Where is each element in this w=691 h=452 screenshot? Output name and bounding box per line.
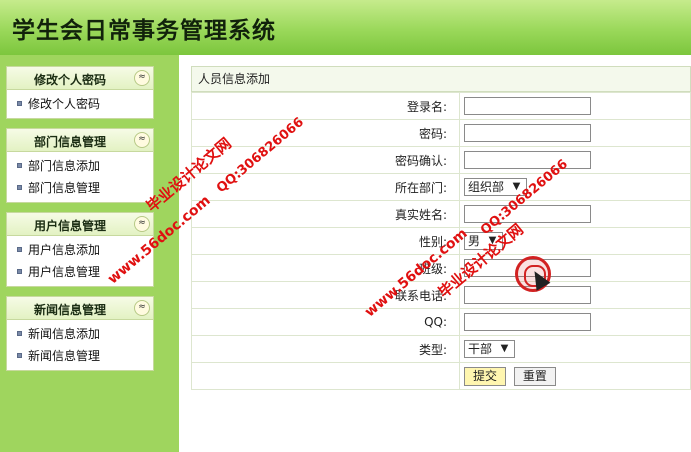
gender-select[interactable]: 男 ▼ (464, 232, 504, 250)
menu-item-user-add[interactable]: 用户信息添加 (7, 239, 153, 261)
form-row-gender: 性别: 男 ▼ (191, 227, 691, 255)
panel-body: 部门信息添加 部门信息管理 (6, 152, 154, 203)
collapse-icon[interactable]: ≈ (134, 132, 150, 148)
chevron-down-icon: ▼ (512, 181, 521, 192)
panel-header[interactable]: 修改个人密码 ≈ (6, 66, 154, 90)
panel-header[interactable]: 新闻信息管理 ≈ (6, 296, 154, 320)
form-row-login-name: 登录名: (191, 92, 691, 120)
page-title: 人员信息添加 (191, 66, 691, 92)
department-label: 所在部门: (191, 173, 460, 201)
form-row-department: 所在部门: 组织部 ▼ (191, 173, 691, 201)
bullet-icon (17, 163, 22, 168)
form-row-type: 类型: 干部 ▼ (191, 335, 691, 363)
type-label: 类型: (191, 335, 460, 363)
form-row-qq: QQ: (191, 308, 691, 336)
bullet-icon (17, 353, 22, 358)
panel-title: 新闻信息管理 (33, 303, 106, 317)
password-confirm-input[interactable] (464, 151, 591, 169)
panel-header[interactable]: 用户信息管理 ≈ (6, 212, 154, 236)
gender-label: 性别: (191, 227, 460, 255)
panel-change-password: 修改个人密码 ≈ 修改个人密码 (6, 66, 154, 119)
qq-label: QQ: (191, 308, 460, 336)
panel-body: 用户信息添加 用户信息管理 (6, 236, 154, 287)
menu-item-label: 部门信息添加 (28, 159, 101, 173)
collapse-icon[interactable]: ≈ (134, 300, 150, 316)
menu-item-label: 用户信息添加 (28, 243, 101, 257)
form-row-password-confirm: 密码确认: (191, 146, 691, 174)
type-select[interactable]: 干部 ▼ (464, 340, 516, 358)
panel-title: 部门信息管理 (33, 135, 106, 149)
password-label: 密码: (191, 119, 460, 147)
bullet-icon (17, 269, 22, 274)
main-content: 人员信息添加 登录名: 密码: 密码确认: 所在部门: 组织部 ▼ 真实姓名: (191, 66, 691, 390)
real-name-label: 真实姓名: (191, 200, 460, 228)
bullet-icon (17, 331, 22, 336)
phone-label: 联系电话: (191, 281, 460, 309)
reset-button[interactable]: 重置 (513, 366, 556, 386)
collapse-icon[interactable]: ≈ (134, 70, 150, 86)
login-name-input[interactable] (464, 97, 591, 115)
form-row-password: 密码: (191, 119, 691, 147)
menu-item-user-manage[interactable]: 用户信息管理 (7, 261, 153, 283)
bullet-icon (17, 101, 22, 106)
bullet-icon (17, 185, 22, 190)
panel-user: 用户信息管理 ≈ 用户信息添加 用户信息管理 (6, 212, 154, 287)
user-form: 登录名: 密码: 密码确认: 所在部门: 组织部 ▼ 真实姓名: 性别: 男 ▼… (191, 92, 691, 390)
menu-item-department-manage[interactable]: 部门信息管理 (7, 177, 153, 199)
chevron-down-icon: ▼ (488, 235, 497, 246)
menu-item-news-manage[interactable]: 新闻信息管理 (7, 345, 153, 367)
form-row-real-name: 真实姓名: (191, 200, 691, 228)
department-select-value: 组织部 (468, 180, 505, 194)
form-row-phone: 联系电话: (191, 281, 691, 309)
class-label: 班级: (191, 254, 460, 282)
menu-item-label: 新闻信息管理 (28, 349, 101, 363)
bullet-icon (17, 247, 22, 252)
form-row-class: 班级: (191, 254, 691, 282)
form-row-actions: 提交 重置 (191, 362, 691, 390)
menu-item-label: 修改个人密码 (28, 97, 101, 111)
gender-select-value: 男 (468, 234, 481, 248)
panel-body: 修改个人密码 (6, 90, 154, 119)
panel-department: 部门信息管理 ≈ 部门信息添加 部门信息管理 (6, 128, 154, 203)
real-name-input[interactable] (464, 205, 591, 223)
login-name-label: 登录名: (191, 92, 460, 120)
menu-item-news-add[interactable]: 新闻信息添加 (7, 323, 153, 345)
menu-item-label: 新闻信息添加 (28, 327, 101, 341)
chevron-down-icon: ▼ (500, 343, 509, 354)
panel-header[interactable]: 部门信息管理 ≈ (6, 128, 154, 152)
menu-item-label: 部门信息管理 (28, 181, 101, 195)
qq-input[interactable] (464, 313, 591, 331)
password-input[interactable] (464, 124, 591, 142)
submit-button[interactable]: 提交 (464, 366, 507, 386)
type-select-value: 干部 (468, 342, 493, 356)
app-title: 学生会日常事务管理系统 (12, 18, 276, 44)
department-select[interactable]: 组织部 ▼ (464, 178, 528, 196)
menu-item-label: 用户信息管理 (28, 265, 101, 279)
menu-item-change-password[interactable]: 修改个人密码 (7, 93, 153, 115)
menu-item-department-add[interactable]: 部门信息添加 (7, 155, 153, 177)
panel-news: 新闻信息管理 ≈ 新闻信息添加 新闻信息管理 (6, 296, 154, 371)
password-confirm-label: 密码确认: (191, 146, 460, 174)
panel-body: 新闻信息添加 新闻信息管理 (6, 320, 154, 371)
collapse-icon[interactable]: ≈ (134, 216, 150, 232)
app-header: 学生会日常事务管理系统 (0, 0, 691, 55)
panel-title: 用户信息管理 (33, 219, 106, 233)
panel-title: 修改个人密码 (33, 73, 106, 87)
